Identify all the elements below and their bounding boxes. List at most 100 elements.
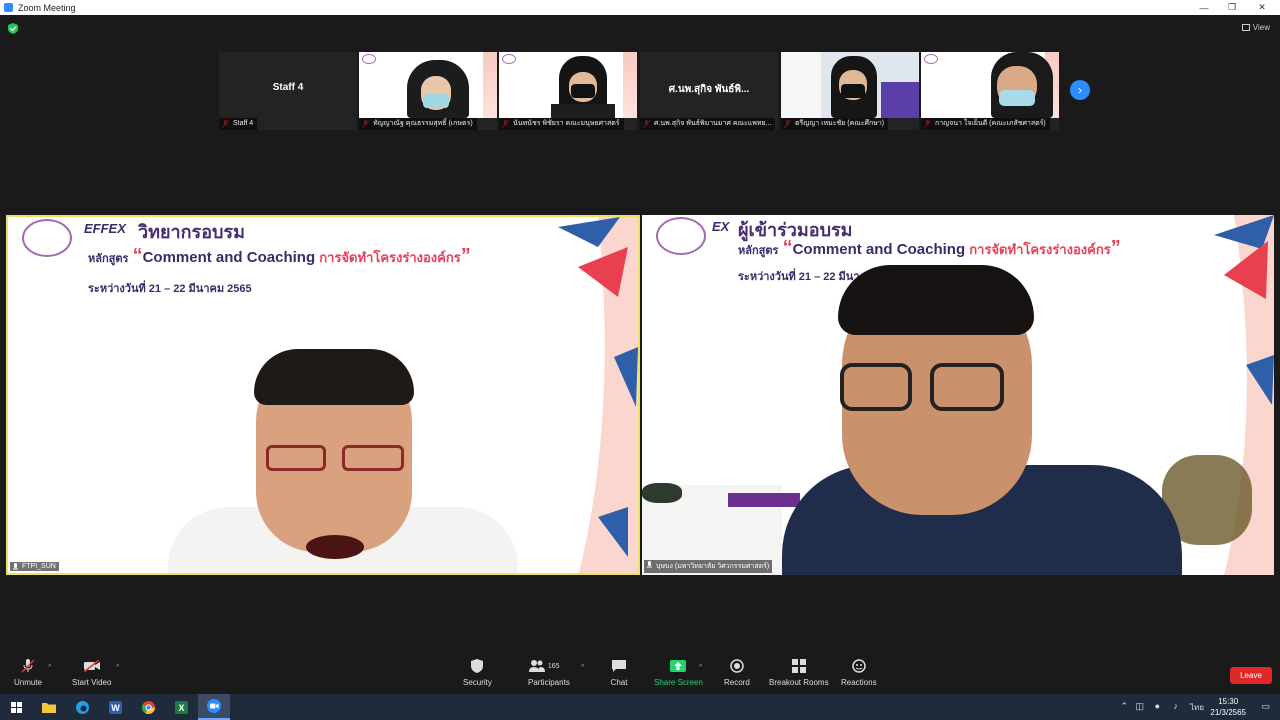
participant-video	[921, 52, 1059, 118]
network-icon[interactable]: ◫	[1135, 701, 1144, 712]
participant-video	[359, 52, 497, 118]
microphone-tray-icon[interactable]: ●	[1155, 701, 1160, 711]
university-logo	[22, 219, 72, 257]
svg-text:W: W	[111, 703, 120, 713]
taskbar-chrome[interactable]	[132, 694, 164, 720]
windows-logo-icon	[10, 701, 22, 713]
zoom-app-icon	[4, 3, 13, 12]
minimize-button[interactable]: —	[1190, 0, 1218, 15]
participant-tile[interactable]: Staff 4 Staff 4	[219, 52, 357, 130]
video-options-caret[interactable]: ^	[116, 664, 119, 671]
participant-name: ตรีญญา เหมะชัย (คณะศึกษา)	[781, 118, 889, 130]
reactions-icon	[852, 659, 866, 673]
word-icon: W	[108, 700, 122, 714]
next-page-button[interactable]: ›	[1070, 80, 1090, 100]
participant-name: นันทนัชร พิชัยรา คณะมนุษยศาสตร์	[499, 118, 624, 130]
participant-tile[interactable]: นันทนัชร พิชัยรา คณะมนุษยศาสตร์	[499, 52, 637, 130]
university-logo	[656, 217, 706, 255]
chat-button[interactable]: Chat	[610, 658, 628, 687]
tray-overflow-icon[interactable]: ⌃	[1120, 701, 1128, 712]
course-name-th: การจัดทำโครงร่างองค์กร	[969, 242, 1111, 257]
breakout-rooms-button[interactable]: Breakout Rooms	[769, 658, 829, 687]
participant-name-tag: บุษบง (มหาวิทยาลัย วิศวกรรมศาสตร์)	[644, 560, 773, 573]
participant-video-tile[interactable]: EX ผู้เข้าร่วมอบรม หลักสูตร “Comment and…	[642, 215, 1274, 575]
participant-name: กาญจนา ใจเย็นดี (คณะเภสัชศาสตร์)	[921, 118, 1050, 130]
participant-tile[interactable]: ทัญญาณัฐ คุณธรรมสุทธิ์ (เกษตร)	[359, 52, 497, 130]
course-title: หลักสูตร “Comment and Coaching การจัดทำโ…	[738, 237, 1121, 259]
grid-icon	[1241, 24, 1250, 31]
effex-logo: EX	[712, 219, 730, 234]
reactions-button[interactable]: Reactions	[841, 658, 877, 687]
record-icon	[730, 659, 744, 673]
university-logo	[924, 54, 938, 64]
record-button[interactable]: Record	[724, 658, 750, 687]
taskbar-zoom[interactable]	[198, 694, 230, 720]
taskbar-word[interactable]: W	[99, 694, 131, 720]
participant-video	[499, 52, 637, 118]
mic-icon	[647, 561, 652, 568]
slide-decoration	[558, 217, 638, 573]
university-logo	[362, 54, 376, 64]
windows-taskbar: W X ⌃ ◫ ● ♪ ไทย 15:30 21/3/2565 ▭	[0, 694, 1280, 720]
window-titlebar: Zoom Meeting — ❐ ✕	[0, 0, 1280, 15]
start-video-label: Start Video	[72, 678, 112, 687]
chrome-browser-icon	[141, 700, 155, 714]
view-label: View	[1252, 23, 1270, 32]
security-button[interactable]: Security	[463, 658, 492, 687]
participants-options-caret[interactable]: ^	[581, 664, 584, 671]
leave-button[interactable]: Leave	[1230, 667, 1272, 684]
security-shield-icon	[471, 659, 484, 673]
speaker-video-tile[interactable]: EFFEX วิทยากรอบรม หลักสูตร “Comment and …	[6, 215, 640, 575]
participants-label: Participants	[528, 678, 570, 687]
participant-video	[781, 52, 919, 118]
participants-button[interactable]: 165 Participants	[528, 658, 570, 687]
chat-label: Chat	[610, 678, 628, 687]
slide-title: วิทยากรอบรม	[138, 222, 245, 242]
muted-mic-icon	[22, 659, 34, 673]
participant-name: บุษบง (มหาวิทยาลัย วิศวกรรมศาสตร์)	[656, 563, 770, 570]
notifications-icon[interactable]: ▭	[1261, 701, 1270, 712]
start-video-button[interactable]: Start Video	[72, 658, 111, 687]
taskbar-clock[interactable]: 15:30 21/3/2565	[1210, 696, 1246, 718]
chevron-right-icon: ›	[1078, 83, 1082, 97]
meeting-toolbar: Unmute ^ Start Video ^ Security 165 Part…	[0, 650, 1280, 694]
university-logo	[502, 54, 516, 64]
clock-time: 15:30	[1218, 697, 1239, 706]
participant-tile[interactable]: ตรีญญา เหมะชัย (คณะศึกษา)	[781, 52, 919, 130]
encryption-shield-icon[interactable]	[8, 23, 18, 34]
breakout-rooms-icon	[791, 659, 806, 673]
taskbar-excel[interactable]: X	[165, 694, 197, 720]
participant-tile[interactable]: กาญจนา ใจเย็นดี (คณะเภสัชศาสตร์)	[921, 52, 1059, 130]
course-title: หลักสูตร “Comment and Coaching การจัดทำโ…	[88, 245, 471, 267]
share-screen-icon	[670, 660, 687, 672]
taskbar-edge[interactable]	[66, 694, 98, 720]
excel-icon: X	[174, 700, 188, 714]
record-label: Record	[724, 678, 750, 687]
volume-icon[interactable]: ♪	[1174, 701, 1179, 711]
input-language[interactable]: ไทย	[1190, 701, 1204, 714]
course-prefix: หลักสูตร	[738, 245, 779, 257]
chat-icon	[612, 660, 626, 672]
folder-icon	[42, 702, 56, 713]
share-options-caret[interactable]: ^	[699, 664, 702, 671]
course-name-en: Comment and Coaching	[142, 249, 316, 266]
audio-options-caret[interactable]: ^	[48, 664, 51, 671]
unmute-button[interactable]: Unmute	[14, 658, 42, 687]
edge-browser-icon	[75, 700, 89, 714]
participant-name-tag: FTPI_SUN	[10, 562, 59, 571]
start-button[interactable]	[0, 694, 32, 720]
clock-date: 21/3/2565	[1210, 708, 1246, 717]
participant-center-name: ศ.นพ.สุกิจ พันธ์พิ...	[668, 84, 750, 95]
breakout-rooms-label: Breakout Rooms	[769, 678, 829, 687]
view-button[interactable]: View	[1241, 23, 1270, 32]
participant-name: ทัญญาณัฐ คุณธรรมสุทธิ์ (เกษตร)	[359, 118, 477, 130]
taskbar-file-explorer[interactable]	[33, 694, 65, 720]
participant-tile[interactable]: ศ.นพ.สุกิจ พันธ์พิ... ศ.นพ.สุกิจ พันธ์พิ…	[640, 52, 778, 130]
participants-count: 165	[547, 662, 560, 670]
maximize-button[interactable]: ❐	[1218, 0, 1246, 15]
reactions-label: Reactions	[841, 678, 877, 687]
security-label: Security	[463, 678, 492, 687]
close-button[interactable]: ✕	[1248, 0, 1276, 15]
window-title: Zoom Meeting	[18, 2, 76, 13]
share-screen-button[interactable]: Share Screen	[654, 658, 703, 687]
